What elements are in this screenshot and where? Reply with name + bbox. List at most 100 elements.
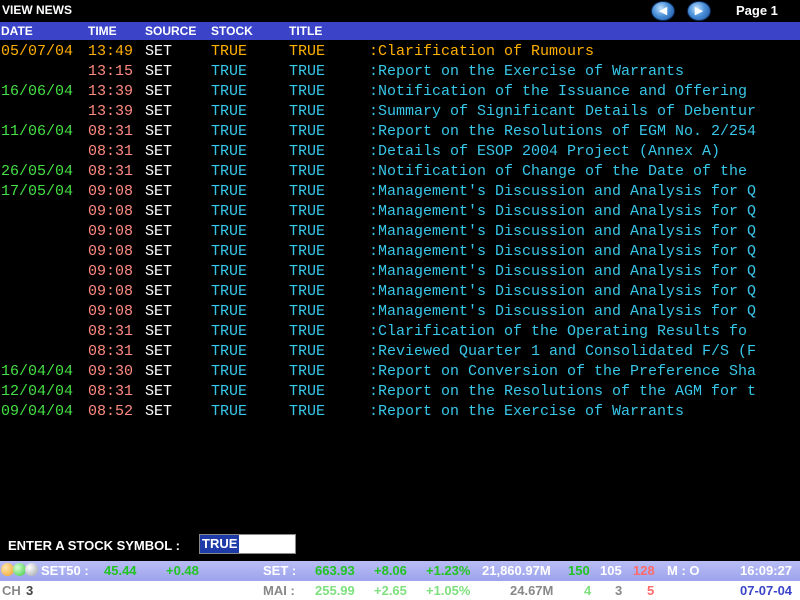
news-headline: :Summary of Significant Details of Deben… [369, 103, 757, 120]
news-row[interactable]: 09:08 SET TRUE TRUE:Management's Discussion… [0, 221, 800, 241]
news-time: 09:08 [88, 183, 134, 200]
mai-advances: 4 [584, 583, 592, 598]
news-row[interactable]: 13:15 SET TRUE TRUE:Report on the Exercise … [0, 61, 800, 81]
news-row[interactable]: 26/05/04 08:31 SET TRUE TRUE:Notification of… [0, 161, 800, 181]
news-row[interactable]: 12/04/04 08:31 SET TRUE TRUE:Report on the R… [0, 381, 800, 401]
news-source: SET [145, 63, 173, 80]
news-source: SET [145, 43, 173, 60]
news-time: 09:08 [88, 203, 134, 220]
news-title-symbol: TRUE [289, 243, 326, 260]
news-time: 13:39 [88, 103, 134, 120]
news-stock: TRUE [211, 363, 248, 380]
news-stock: TRUE [211, 283, 248, 300]
mai-index-change: +2.65 [374, 583, 407, 598]
status-light-gray-icon [25, 563, 38, 576]
news-source: SET [145, 103, 173, 120]
news-row[interactable]: 16/06/04 13:39 SET TRUE TRUE:Notification of… [0, 81, 800, 101]
prev-page-button[interactable]: ◀ [651, 1, 675, 21]
news-title-symbol: TRUE [289, 223, 326, 240]
news-source: SET [145, 203, 173, 220]
news-row[interactable]: 08:31 SET TRUE TRUE :Clarification of the Op… [0, 321, 800, 341]
news-time: 08:31 [88, 383, 134, 400]
news-title-symbol: TRUE [289, 323, 326, 340]
news-time: 08:31 [88, 343, 134, 360]
news-row[interactable]: 09/04/04 08:52 SET TRUE TRUE:Report on the E… [0, 401, 800, 421]
news-headline: :Management's Discussion and Analysis fo… [369, 303, 757, 320]
news-stock: TRUE [211, 343, 248, 360]
news-headline: :Reviewed Quarter 1 and Consolidated F/S… [369, 343, 757, 360]
news-row[interactable]: 09:08 SET TRUE TRUE:Management's Discussion… [0, 301, 800, 321]
column-header-source: SOURCE [145, 24, 197, 38]
news-row[interactable]: 08:31 SET TRUE TRUE:Details of ESOP 2004 Pr… [0, 141, 800, 161]
market-ticker-set: SET50 : 45.44 +0.48 SET : 663.93 +8.06 +… [0, 561, 800, 581]
news-row[interactable]: 08:31 SET TRUE TRUE :Reviewed Quarter 1 and … [0, 341, 800, 361]
set-index-value: 663.93 [315, 563, 355, 578]
news-headline: :Details of ESOP 2004 Project (Annex A) [369, 143, 721, 160]
news-row[interactable]: 09:08 SET TRUE TRUE:Management's Discussion… [0, 241, 800, 261]
news-time: 09:08 [88, 263, 134, 280]
mai-volume: 24.67M [510, 583, 554, 598]
page-indicator: Page 1 [736, 3, 778, 18]
next-page-button[interactable]: ▶ [687, 1, 711, 21]
news-source: SET [145, 123, 173, 140]
news-time: 08:31 [88, 323, 134, 340]
news-title-symbol: TRUE [289, 303, 326, 320]
news-time: 09:08 [88, 243, 134, 260]
news-title-symbol: TRUE [289, 383, 326, 400]
news-row[interactable]: 05/07/04 13:49 SET TRUE TRUE:Clarification o… [0, 41, 800, 61]
news-source: SET [145, 303, 173, 320]
news-row[interactable]: 16/04/04 09:30 SET TRUE TRUE:Report on Conve… [0, 361, 800, 381]
news-headline: :Clarification of the Operating Results … [369, 323, 748, 340]
news-row[interactable]: 11/06/04 08:31 SET TRUE TRUE:Report on the R… [0, 121, 800, 141]
news-row[interactable]: 09:08 SET TRUE TRUE:Management's Discussion… [0, 281, 800, 301]
news-date: 12/04/04 [1, 383, 74, 400]
news-headline: :Management's Discussion and Analysis fo… [369, 203, 757, 220]
mai-index-value: 255.99 [315, 583, 355, 598]
symbol-input-value: TRUE [200, 535, 240, 553]
news-source: SET [145, 163, 173, 180]
news-date: 11/06/04 [1, 123, 74, 140]
set-label: SET : [263, 563, 297, 578]
news-stock: TRUE [211, 323, 248, 340]
news-stock: TRUE [211, 83, 248, 100]
column-header-title: TITLE [289, 24, 323, 38]
news-stock: TRUE [211, 103, 248, 120]
news-date: 26/05/04 [1, 163, 74, 180]
news-stock: TRUE [211, 163, 248, 180]
mai-label: MAI : [263, 583, 295, 598]
symbol-entry: ENTER A STOCK SYMBOL : TRUE [0, 533, 800, 557]
news-title-symbol: TRUE [289, 283, 326, 300]
set-index-change: +8.06 [374, 563, 407, 578]
news-source: SET [145, 323, 173, 340]
news-title-symbol: TRUE [289, 103, 326, 120]
news-row[interactable]: 17/05/04 09:08 SET TRUE TRUE:Management's Di… [0, 181, 800, 201]
news-stock: TRUE [211, 263, 248, 280]
symbol-input[interactable]: TRUE [199, 534, 296, 554]
news-time: 09:08 [88, 283, 134, 300]
news-title-symbol: TRUE [289, 183, 326, 200]
news-stock: TRUE [211, 403, 248, 420]
column-header-time: TIME [88, 24, 117, 38]
news-stock: TRUE [211, 243, 248, 260]
news-source: SET [145, 243, 173, 260]
news-headline: :Clarification of Rumours [369, 43, 595, 60]
news-title-symbol: TRUE [289, 83, 326, 100]
news-title-symbol: TRUE [289, 143, 326, 160]
column-header-row: DATE TIME SOURCE STOCK TITLE [0, 22, 800, 40]
market-ticker-mai: CH 3 MAI : 255.99 +2.65 +1.05% 24.67M 4 … [0, 581, 800, 600]
news-source: SET [145, 343, 173, 360]
market-status: M : O [667, 563, 700, 578]
news-row[interactable]: 09:08 SET TRUE TRUE:Management's Discussion… [0, 261, 800, 281]
news-title-symbol: TRUE [289, 343, 326, 360]
news-row[interactable]: 13:39 SET TRUE TRUE :Summary of Significant … [0, 101, 800, 121]
set-unchanged: 105 [600, 563, 622, 578]
news-list: 05/07/04 13:49 SET TRUE TRUE:Clarification o… [0, 41, 800, 441]
news-row[interactable]: 09:08 SET TRUE TRUE:Management's Discussion… [0, 201, 800, 221]
news-title-symbol: TRUE [289, 203, 326, 220]
mai-unchanged: 3 [615, 583, 623, 598]
news-source: SET [145, 83, 173, 100]
mai-declines: 5 [647, 583, 655, 598]
news-title-symbol: TRUE [289, 63, 326, 80]
clock-time: 16:09:27 [740, 563, 793, 578]
news-stock: TRUE [211, 63, 248, 80]
